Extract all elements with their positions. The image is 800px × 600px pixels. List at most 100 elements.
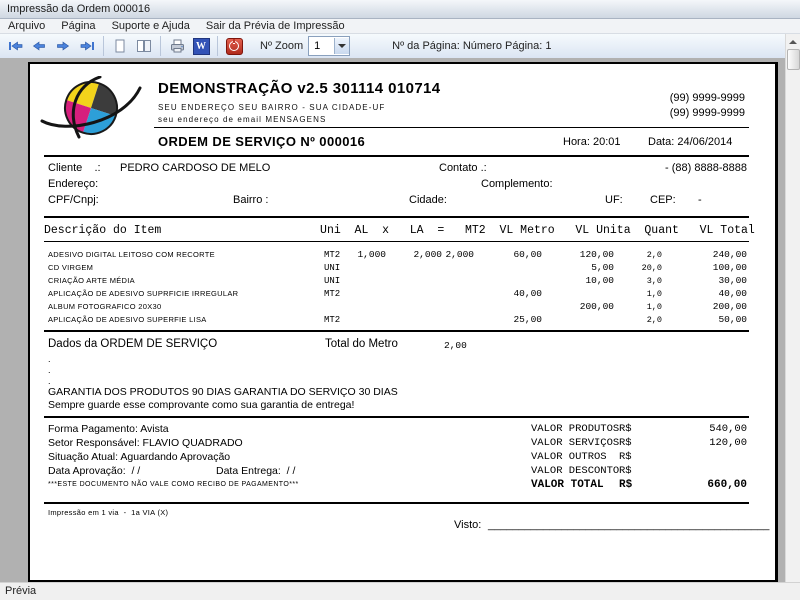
dot-line: .: [48, 365, 51, 375]
document-page: DEMONSTRAÇÃO v2.5 301114 010714 SEU ENDE…: [28, 62, 778, 583]
scrollbar-thumb[interactable]: [787, 49, 800, 70]
dot-line: .: [48, 354, 51, 364]
items-table-header: Descrição do Item Uni AL x LA = MT2 VL M…: [44, 224, 755, 237]
divider: [44, 330, 749, 332]
company-address: SEU ENDEREÇO SEU BAIRRO - SUA CIDADE-UF: [158, 103, 385, 112]
status-label: Prévia: [5, 585, 36, 597]
power-off-icon: [226, 38, 243, 55]
last-page-icon: [79, 38, 96, 54]
company-name: DEMONSTRAÇÃO v2.5 301114 010714: [158, 80, 441, 97]
divider: [44, 155, 749, 157]
toolbar-separator: [217, 36, 218, 56]
order-title: ORDEM DE SERVIÇO Nº 000016: [158, 134, 365, 149]
app-window: Impressão da Ordem 000016 Arquivo Página…: [0, 0, 800, 600]
zoom-value: 1: [309, 40, 334, 52]
last-page-button[interactable]: [76, 36, 98, 57]
next-page-button[interactable]: [52, 36, 74, 57]
cep-value: -: [698, 194, 702, 206]
forma-pagamento: Forma Pagamento: Avista: [48, 423, 169, 435]
situacao-atual: Situação Atual: Aguardando Aprovação: [48, 451, 230, 463]
divider: [44, 502, 749, 504]
divider: [44, 216, 749, 218]
first-page-icon: [7, 38, 24, 54]
vertical-scrollbar[interactable]: [785, 34, 800, 595]
dados-title: Dados da ORDEM DE SERVIÇO: [48, 338, 217, 350]
previous-page-button[interactable]: [28, 36, 50, 57]
two-page-view-button[interactable]: [133, 36, 155, 57]
menu-suporte-ajuda[interactable]: Suporte e Ajuda: [104, 19, 198, 33]
payment-row: Forma Pagamento: Avista VALOR PRODUTOS R…: [30, 423, 775, 436]
first-page-button[interactable]: [4, 36, 26, 57]
status-bar: Prévia: [0, 582, 800, 600]
setor-responsavel: Setor Responsável: FLAVIO QUADRADO: [48, 437, 243, 449]
cep-label: CEP:: [650, 194, 676, 206]
client-label: Cliente .:: [48, 162, 101, 174]
data-entrega: Data Entrega: / /: [216, 465, 295, 477]
visto-label: Visto:: [454, 519, 481, 531]
table-row: APLICAÇÃO DE ADESIVO SUPRFICIE IRREGULAR…: [30, 287, 775, 300]
scroll-up-button[interactable]: [786, 35, 799, 48]
order-time: Hora: 20:01: [563, 136, 620, 148]
total-metro-value: 2,00: [444, 340, 467, 351]
table-row: APLICAÇÃO DE ADESIVO SUPERFIE LISA MT2 2…: [30, 313, 775, 326]
contact-value: - (88) 8888-8888: [665, 162, 747, 174]
company-phone-2: (99) 9999-9999: [670, 107, 745, 119]
window-title: Impressão da Ordem 000016: [7, 3, 150, 15]
payment-row-total: ***ESTE DOCUMENTO NÃO VALE COMO RECIBO D…: [30, 479, 775, 492]
single-page-view-button[interactable]: [109, 36, 131, 57]
visto-signature-line: ________________________________________…: [488, 519, 769, 531]
cpf-label: CPF/Cnpj:: [48, 194, 99, 206]
aviso-recibo: ***ESTE DOCUMENTO NÃO VALE COMO RECIBO D…: [48, 481, 299, 488]
title-bar: Impressão da Ordem 000016: [0, 0, 800, 19]
table-row: ALBUM FOTOGRAFICO 20X30 200,00 1,0 200,0…: [30, 300, 775, 313]
word-icon: W: [193, 38, 210, 55]
preview-area[interactable]: DEMONSTRAÇÃO v2.5 301114 010714 SEU ENDE…: [0, 58, 786, 583]
menu-bar: Arquivo Página Suporte e Ajuda Sair da P…: [0, 19, 800, 34]
garantia-line-2: Sempre guarde esse comprovante como sua …: [48, 399, 354, 411]
menu-sair-previa[interactable]: Sair da Prévia de Impressão: [198, 19, 353, 33]
complement-label: Complemento:: [481, 178, 553, 190]
previous-page-icon: [31, 38, 47, 54]
company-logo: [38, 76, 144, 140]
bairro-label: Bairro :: [233, 194, 268, 206]
total-metro-label: Total do Metro: [325, 338, 398, 350]
divider: [44, 241, 749, 242]
toolbar-separator: [160, 36, 161, 56]
client-name: PEDRO CARDOSO DE MELO: [120, 162, 270, 174]
page-info-label: Nº da Página: Número Página: 1: [392, 40, 551, 52]
menu-arquivo[interactable]: Arquivo: [0, 19, 53, 33]
table-row: ADESIVO DIGITAL LEITOSO COM RECORTE MT2 …: [30, 248, 775, 261]
toolbar-separator: [103, 36, 104, 56]
dot-line: .: [48, 376, 51, 386]
chevron-down-icon: [338, 44, 346, 48]
zoom-dropdown-button[interactable]: [334, 38, 349, 54]
via-note: Impressão em 1 via - 1a VIA (X): [48, 508, 168, 517]
print-button[interactable]: [166, 36, 188, 57]
table-row: CRIAÇÃO ARTE MÉDIA UNI 10,00 3,0 30,00: [30, 274, 775, 287]
close-preview-button[interactable]: [223, 36, 245, 57]
single-page-icon: [112, 38, 128, 54]
divider: [44, 416, 749, 418]
arrow-up-icon: [789, 40, 797, 44]
payment-row: Situação Atual: Aguardando Aprovação VAL…: [30, 451, 775, 464]
payment-row: Data Aprovação: / / Data Entrega: / / VA…: [30, 465, 775, 478]
company-phone-1: (99) 9999-9999: [670, 92, 745, 104]
two-page-icon: [135, 38, 153, 54]
uf-label: UF:: [605, 194, 623, 206]
next-page-icon: [55, 38, 71, 54]
garantia-line-1: GARANTIA DOS PRODUTOS 90 DIAS GARANTIA D…: [48, 386, 398, 398]
zoom-select[interactable]: 1: [308, 36, 350, 56]
printer-icon: [169, 38, 186, 54]
order-date: Data: 24/06/2014: [648, 136, 732, 148]
toolbar: W Nº Zoom 1 Nº da Página: Número Página:…: [0, 34, 786, 59]
export-word-button[interactable]: W: [190, 36, 212, 57]
address-label: Endereço:: [48, 178, 98, 190]
data-aprovacao: Data Aprovação: / /: [48, 465, 140, 477]
divider: [154, 127, 749, 128]
cidade-label: Cidade:: [409, 194, 447, 206]
company-email: seu endereço de email MENSAGENS: [158, 115, 326, 124]
menu-pagina[interactable]: Página: [53, 19, 103, 33]
contact-label: Contato .:: [439, 162, 487, 174]
payment-row: Setor Responsável: FLAVIO QUADRADO VALOR…: [30, 437, 775, 450]
zoom-label: Nº Zoom: [260, 40, 303, 52]
